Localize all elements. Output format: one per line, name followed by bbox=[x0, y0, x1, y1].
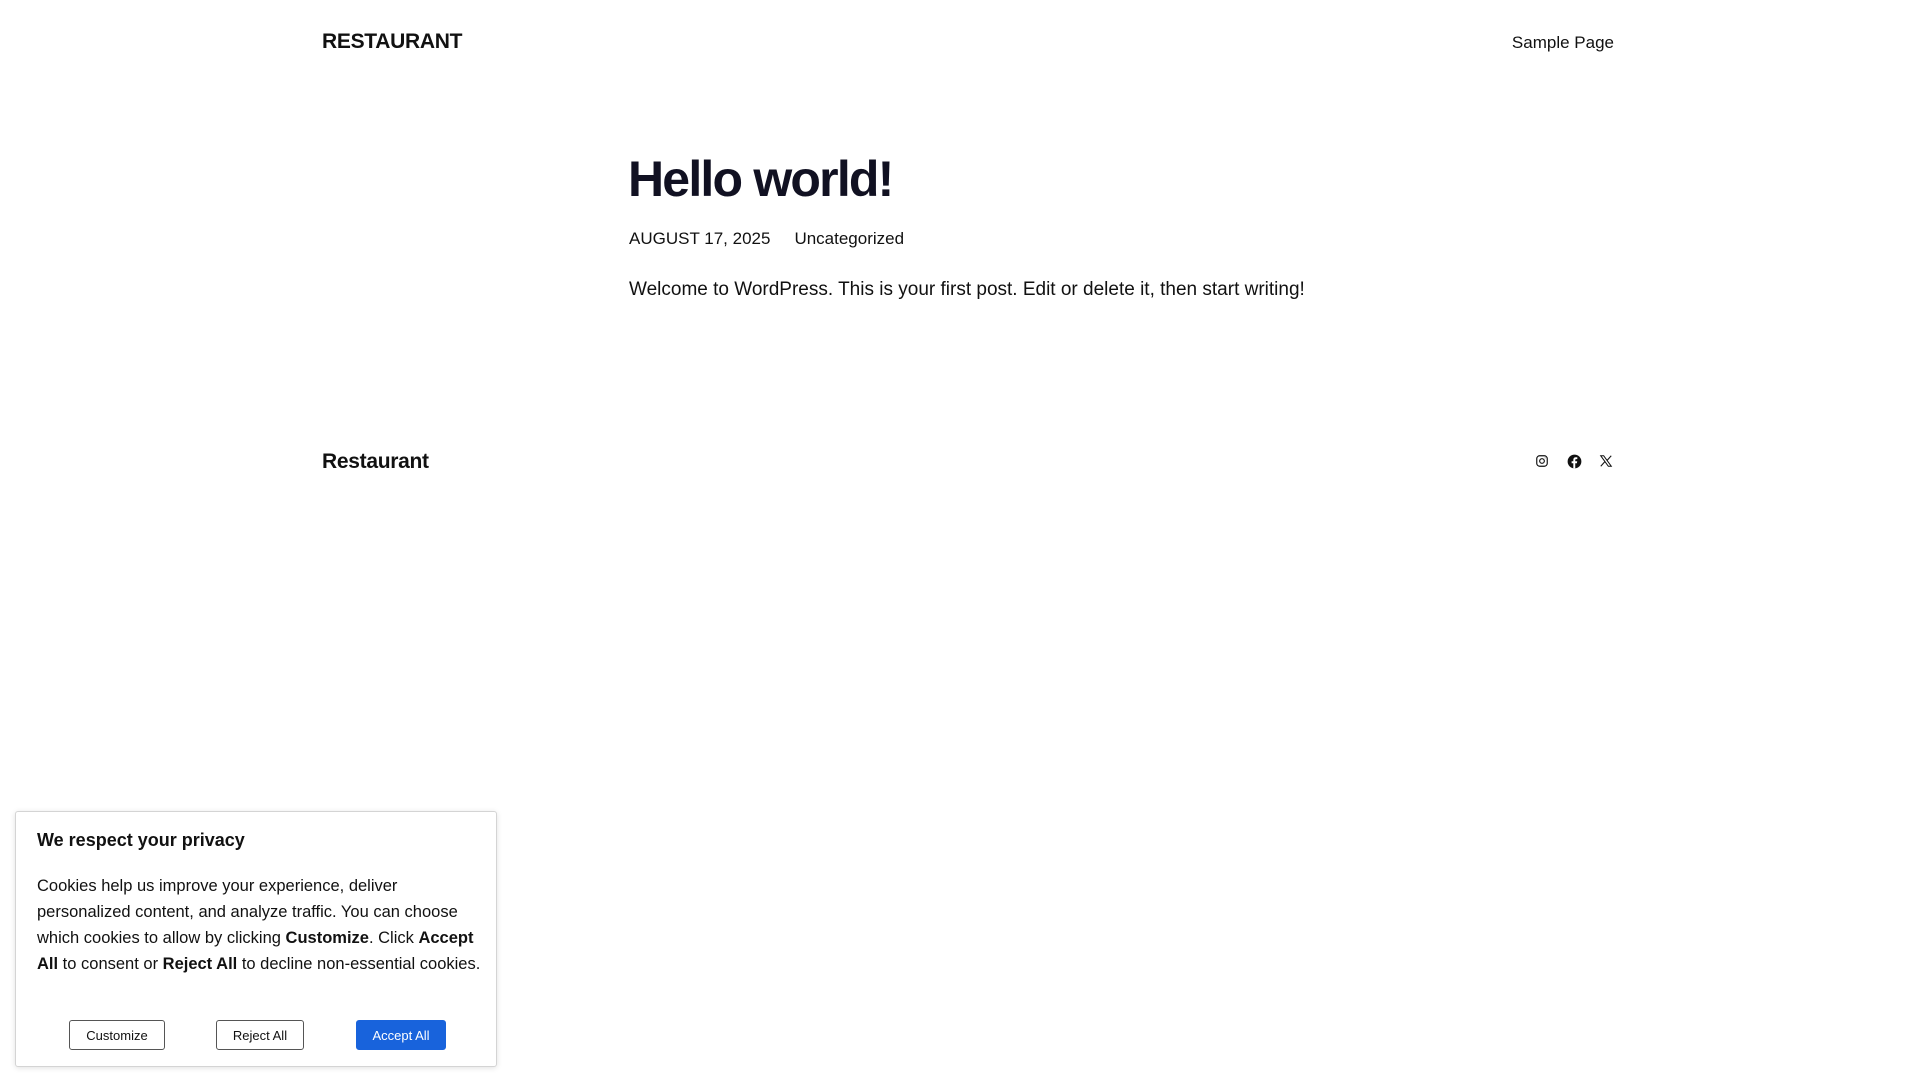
site-title-link[interactable]: RESTAURANT bbox=[322, 30, 462, 54]
cookie-text-part: . Click bbox=[368, 929, 419, 947]
cookie-text-customize: Customize bbox=[285, 929, 369, 947]
post-title: Hello world! bbox=[628, 151, 894, 207]
accept-all-button[interactable]: Accept All bbox=[356, 1020, 446, 1050]
footer-site-title-link[interactable]: Restaurant bbox=[322, 450, 429, 474]
post-date[interactable]: AUGUST 17, 2025 bbox=[629, 229, 770, 249]
cookie-text-reject: Reject All bbox=[162, 955, 238, 973]
instagram-icon[interactable] bbox=[1534, 453, 1550, 469]
cookie-text-part: to consent or bbox=[58, 955, 163, 973]
cookie-consent-banner: We respect your privacy Cookies help us … bbox=[15, 811, 497, 1067]
nav-item-sample-page[interactable]: Sample Page bbox=[1512, 33, 1614, 53]
customize-button[interactable]: Customize bbox=[69, 1020, 165, 1050]
page: RESTAURANT Sample Page Hello world! AUGU… bbox=[0, 0, 1920, 1080]
post-category-link[interactable]: Uncategorized bbox=[794, 229, 904, 249]
cookie-banner-title: We respect your privacy bbox=[37, 830, 245, 850]
cookie-banner-text: Cookies help us improve your experience,… bbox=[37, 873, 483, 977]
x-icon[interactable] bbox=[1598, 453, 1614, 469]
cookie-text-part: to decline non-essential cookies. bbox=[237, 955, 481, 973]
post-content: Welcome to WordPress. This is your first… bbox=[629, 279, 1305, 300]
reject-all-button[interactable]: Reject All bbox=[216, 1020, 304, 1050]
social-links bbox=[1534, 453, 1614, 469]
facebook-icon[interactable] bbox=[1566, 453, 1582, 469]
post-meta: AUGUST 17, 2025 Uncategorized bbox=[629, 229, 904, 249]
